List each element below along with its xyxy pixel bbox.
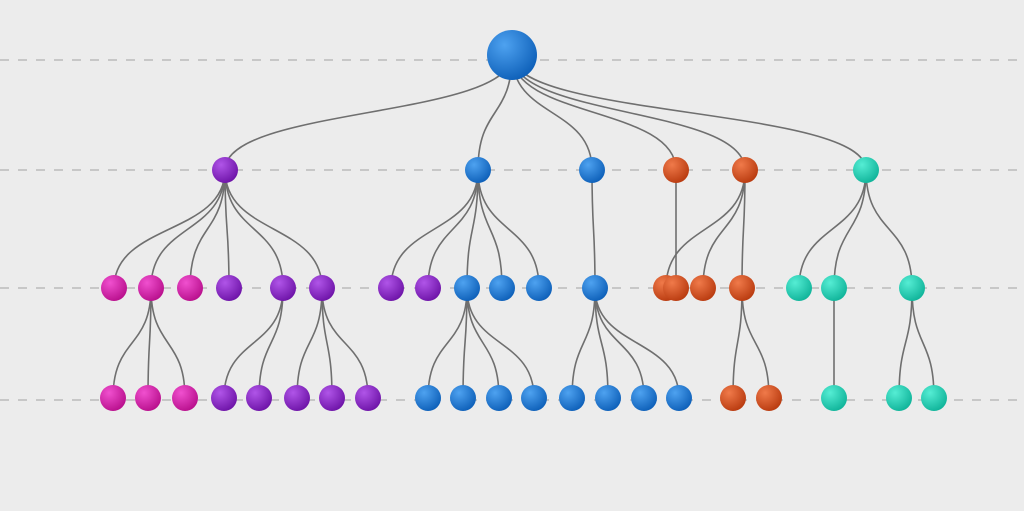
- tree-edge: [799, 170, 866, 288]
- tree-node-purple: [309, 275, 335, 301]
- tree-node-purple: [246, 385, 272, 411]
- tree-edge: [572, 288, 595, 398]
- tree-node-purple: [270, 275, 296, 301]
- tree-node-purple: [355, 385, 381, 411]
- tree-node-teal: [886, 385, 912, 411]
- tree-node-orange: [690, 275, 716, 301]
- tree-node-blue: [559, 385, 585, 411]
- tree-node-blue: [631, 385, 657, 411]
- tree-node-blue: [415, 385, 441, 411]
- tree-edge: [428, 288, 467, 398]
- tree-edge: [866, 170, 912, 288]
- tree-edge: [512, 55, 676, 170]
- tree-edge: [478, 170, 502, 288]
- tree-node-orange: [729, 275, 755, 301]
- tree-node-blue: [521, 385, 547, 411]
- tree-node-purple: [415, 275, 441, 301]
- tree-node-teal: [821, 275, 847, 301]
- tree-edge: [478, 170, 539, 288]
- tree-edge: [467, 288, 499, 398]
- tree-node-orange: [663, 275, 689, 301]
- tree-node-magenta: [100, 385, 126, 411]
- tree-node-blue: [582, 275, 608, 301]
- tree-edge: [322, 288, 368, 398]
- tree-node-blue: [454, 275, 480, 301]
- tree-node-blue: [579, 157, 605, 183]
- tree-node-teal: [786, 275, 812, 301]
- tree-edges: [113, 55, 934, 398]
- tree-node-magenta: [177, 275, 203, 301]
- tree-node-purple: [216, 275, 242, 301]
- tree-node-teal: [899, 275, 925, 301]
- tree-edge: [834, 170, 866, 288]
- tree-node-purple: [319, 385, 345, 411]
- tree-node-magenta: [135, 385, 161, 411]
- tree-edge: [512, 55, 866, 170]
- tree-edge: [592, 170, 595, 288]
- tree-node-magenta: [172, 385, 198, 411]
- tree-node-teal: [821, 385, 847, 411]
- tree-node-blue: [487, 30, 537, 80]
- tree-node-purple: [378, 275, 404, 301]
- tree-node-purple: [211, 385, 237, 411]
- tree-node-blue: [666, 385, 692, 411]
- tree-node-orange: [663, 157, 689, 183]
- tree-edge: [225, 170, 322, 288]
- tree-edge: [703, 170, 745, 288]
- tree-node-purple: [212, 157, 238, 183]
- tree-edge: [463, 288, 467, 398]
- tree-node-purple: [284, 385, 310, 411]
- grid-lines: [0, 60, 1024, 400]
- tree-node-orange: [732, 157, 758, 183]
- tree-edge: [297, 288, 322, 398]
- tree-edge: [151, 288, 185, 398]
- tree-edge: [391, 170, 478, 288]
- tree-node-blue: [595, 385, 621, 411]
- tree-diagram: [0, 0, 1024, 511]
- tree-node-blue: [486, 385, 512, 411]
- tree-node-orange: [720, 385, 746, 411]
- tree-edge: [733, 288, 742, 398]
- tree-node-blue: [450, 385, 476, 411]
- tree-edge: [151, 170, 225, 288]
- tree-node-blue: [465, 157, 491, 183]
- tree-edge: [912, 288, 934, 398]
- tree-edge: [666, 170, 745, 288]
- tree-node-magenta: [101, 275, 127, 301]
- tree-node-blue: [489, 275, 515, 301]
- tree-edge: [899, 288, 912, 398]
- tree-edge: [467, 288, 534, 398]
- tree-edge: [224, 288, 283, 398]
- tree-node-teal: [921, 385, 947, 411]
- tree-edge: [225, 55, 512, 170]
- tree-node-orange: [756, 385, 782, 411]
- tree-node-magenta: [138, 275, 164, 301]
- tree-edge: [512, 55, 745, 170]
- tree-edge: [742, 288, 769, 398]
- tree-edge: [113, 288, 151, 398]
- tree-node-blue: [526, 275, 552, 301]
- tree-edge: [190, 170, 225, 288]
- tree-edge: [259, 288, 283, 398]
- tree-node-teal: [853, 157, 879, 183]
